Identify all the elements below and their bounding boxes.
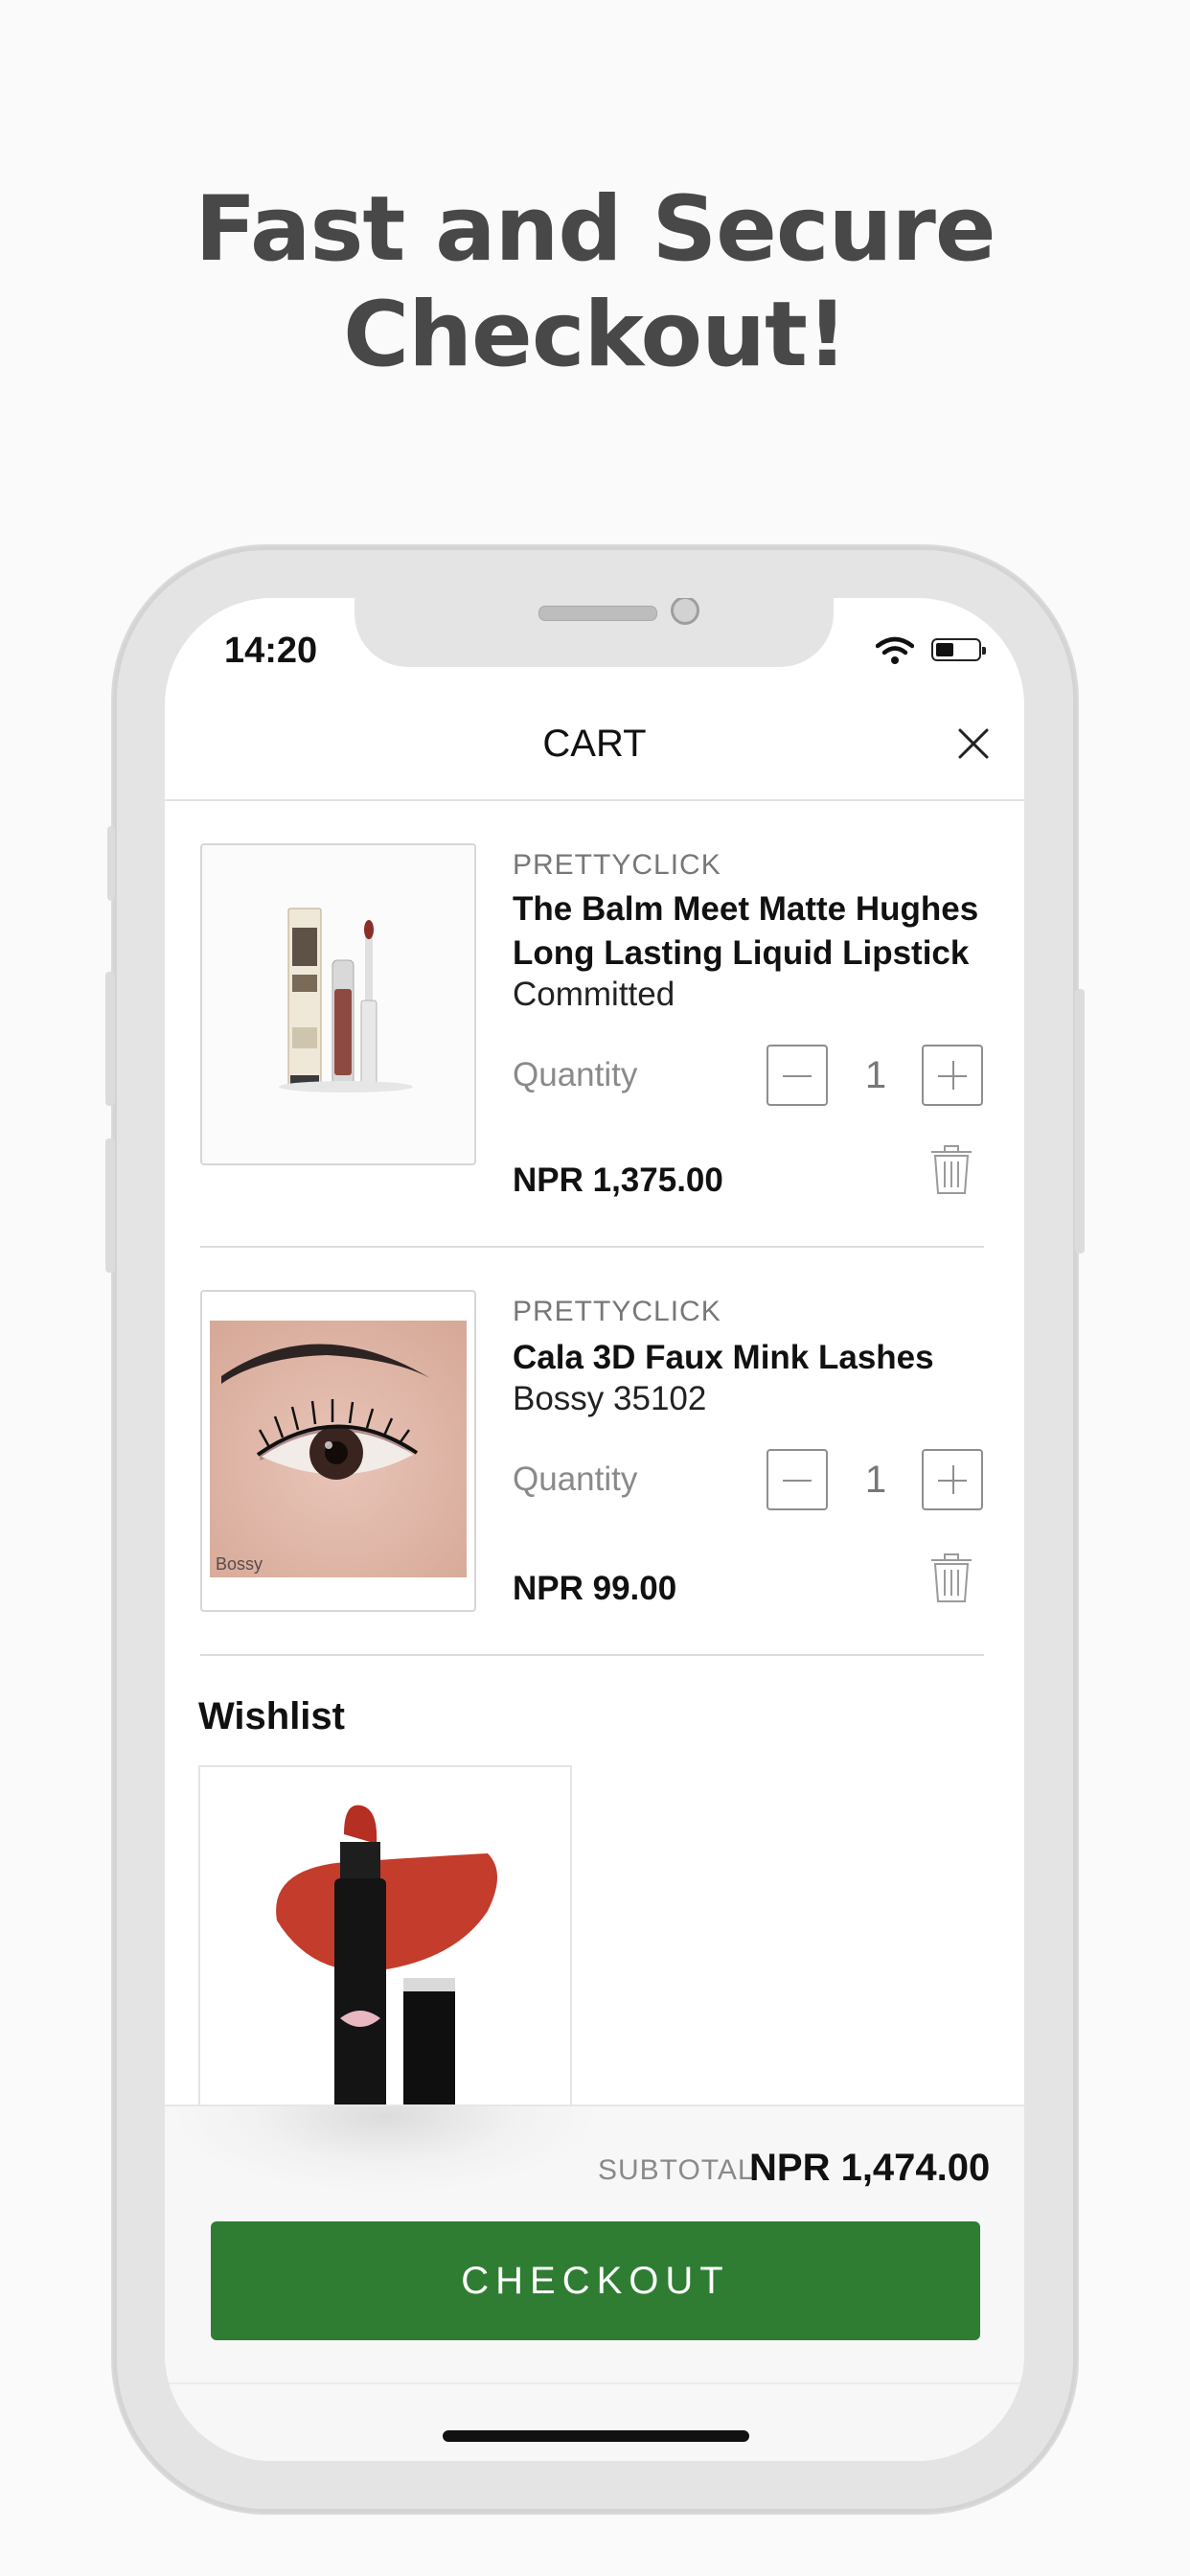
cart-item-1-name-line-2[interactable]: Long Lasting Liquid Lipstick <box>513 932 992 976</box>
cart-item-1-quantity-label: Quantity <box>513 1056 638 1093</box>
phone-power-button <box>1075 989 1085 1254</box>
promo-line-1: Fast and Secure <box>195 177 995 282</box>
cart-item-1-decrease-button[interactable] <box>767 1045 828 1106</box>
speaker-grille <box>538 606 657 621</box>
battery-icon <box>931 638 986 661</box>
cart-item-2-brand: PRETTYCLICK <box>513 1296 721 1327</box>
phone-volume-up <box>105 972 115 1106</box>
cart-item-1-price: NPR 1,375.00 <box>513 1162 723 1199</box>
lashes-product-image: Bossy <box>210 1321 467 1577</box>
cart-item-1-variant: Committed <box>513 976 675 1013</box>
cart-item-1-image[interactable] <box>200 843 476 1165</box>
cart-item-1-trash-icon[interactable] <box>927 1142 975 1196</box>
cart-item-2-price: NPR 99.00 <box>513 1570 677 1607</box>
page-title: CART <box>542 723 647 765</box>
cart-item-2-quantity: 1 <box>864 1459 887 1501</box>
promo-headline: Fast and Secure Checkout! <box>0 177 1190 388</box>
cart-item-2-image-caption: Bossy <box>216 1554 263 1574</box>
cart-item-1-brand: PRETTYCLICK <box>513 849 721 881</box>
cart-item-divider <box>200 1654 984 1656</box>
checkout-panel-divider <box>165 2104 1024 2106</box>
cart-item-2-trash-icon[interactable] <box>927 1551 975 1604</box>
phone-screen: 14:20 CART PRETTYCLICK The Balm Meet Mat… <box>165 598 1024 2461</box>
wishlist-title: Wishlist <box>198 1695 345 1737</box>
subtotal-value: NPR 1,474.00 <box>749 2147 991 2189</box>
cart-item-2-quantity-label: Quantity <box>513 1460 638 1498</box>
phone-volume-down <box>105 1138 115 1273</box>
cart-item-2-name[interactable]: Cala 3D Faux Mink Lashes <box>513 1336 992 1380</box>
close-icon[interactable] <box>956 726 991 761</box>
header-divider <box>165 799 1024 801</box>
subtotal-label: SUBTOTAL <box>598 2154 755 2186</box>
checkout-button[interactable]: CHECKOUT <box>211 2221 980 2340</box>
cart-item-2-variant: Bossy 35102 <box>513 1380 707 1417</box>
cart-item-2-image[interactable]: Bossy <box>200 1290 476 1612</box>
phone-mute-switch <box>107 826 115 901</box>
cart-item-1-name-line-1[interactable]: The Balm Meet Matte Hughes <box>513 887 992 932</box>
wifi-icon <box>876 636 914 664</box>
front-camera <box>671 598 699 625</box>
bottom-divider <box>165 2382 1024 2384</box>
promo-line-2: Checkout! <box>343 283 848 387</box>
status-time: 14:20 <box>224 631 318 671</box>
cart-item-2-decrease-button[interactable] <box>767 1449 828 1510</box>
cart-item-1-quantity: 1 <box>864 1054 887 1096</box>
cart-item-divider <box>200 1246 984 1248</box>
lipstick-product-image <box>202 845 474 1163</box>
cart-item-2-increase-button[interactable] <box>922 1449 983 1510</box>
home-indicator[interactable] <box>443 2430 749 2442</box>
notch <box>355 598 834 667</box>
cart-item-1-increase-button[interactable] <box>922 1045 983 1106</box>
